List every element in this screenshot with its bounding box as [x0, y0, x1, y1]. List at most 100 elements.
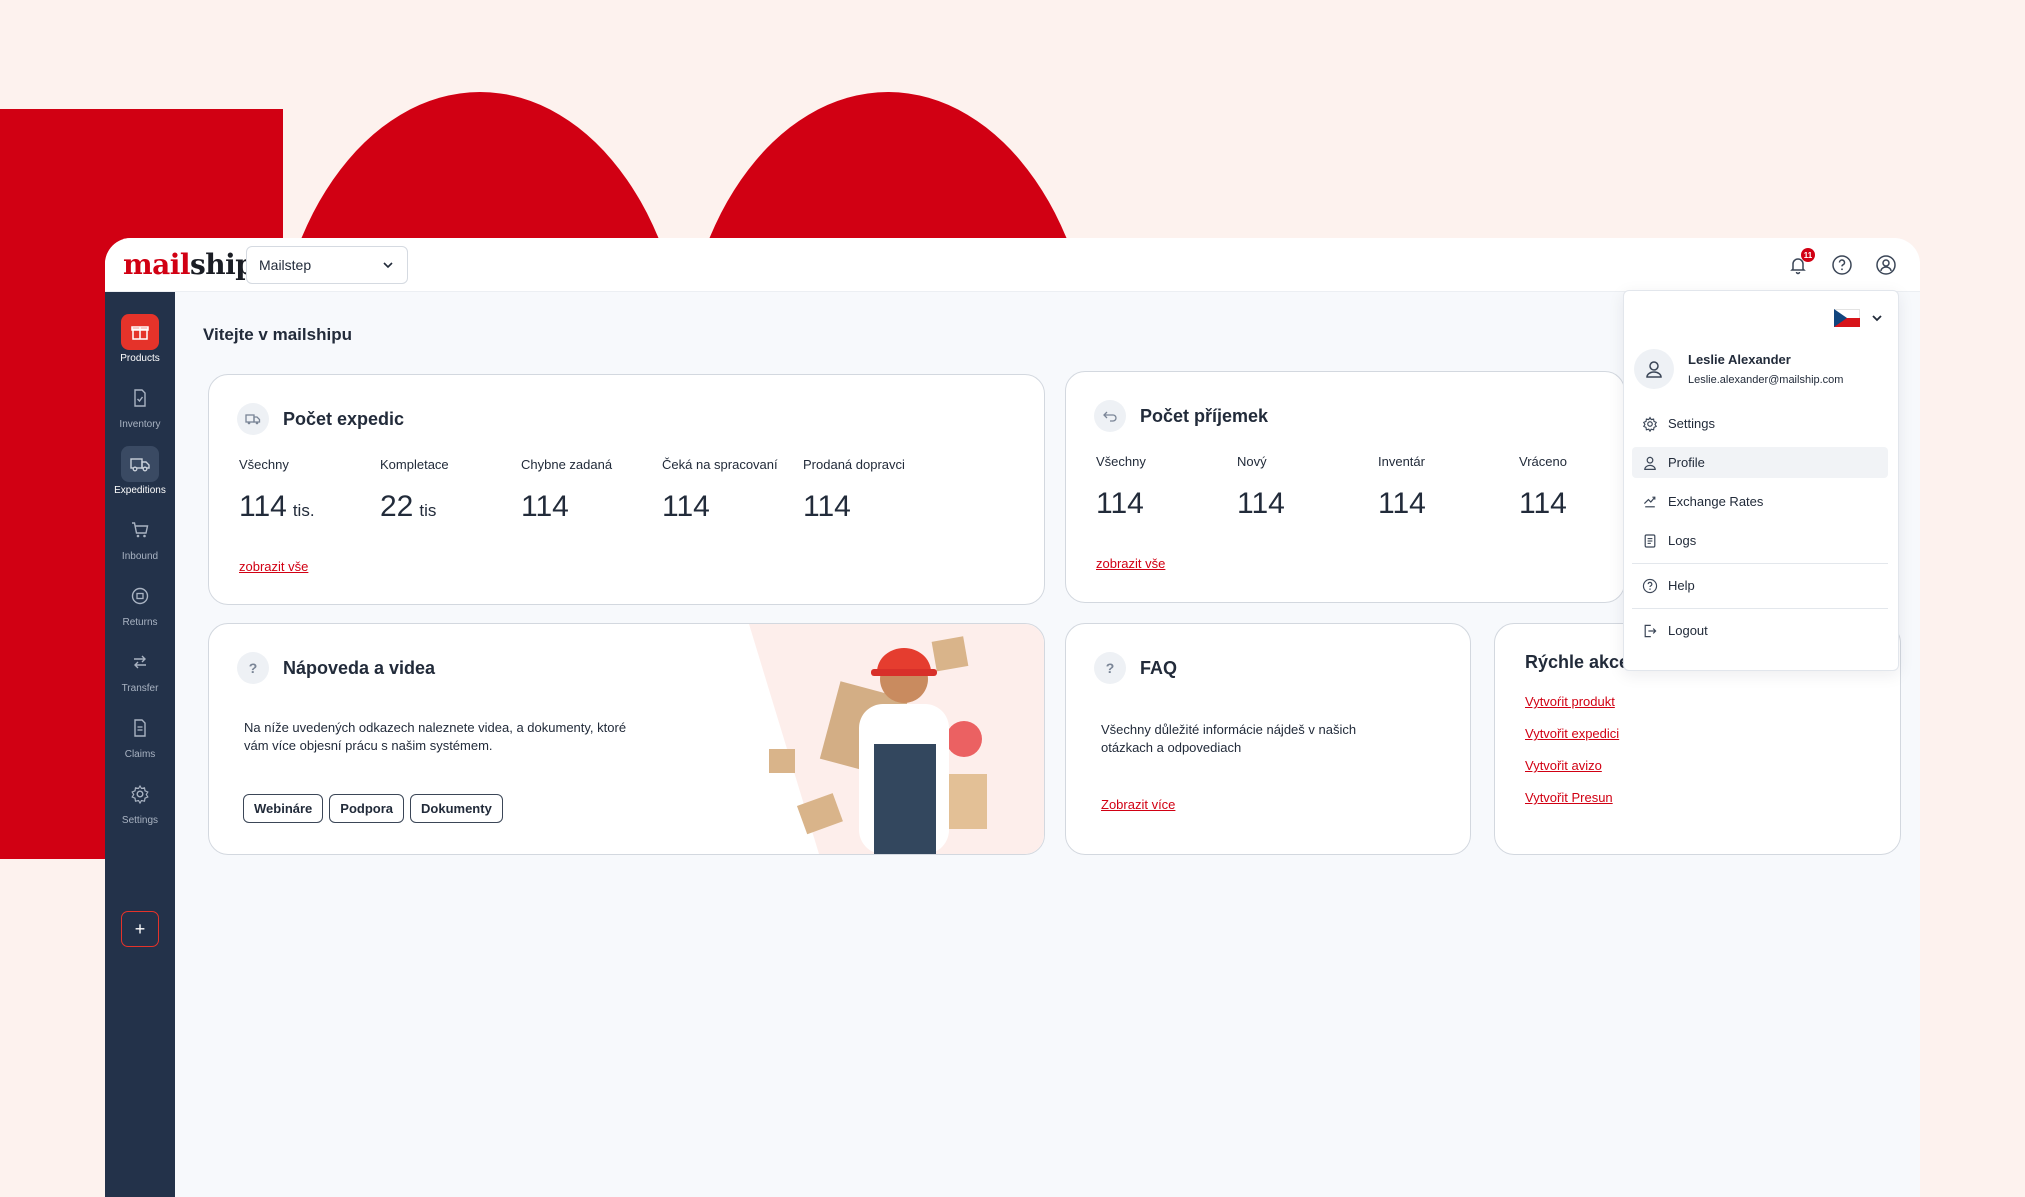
prijemky-title: Počet příjemek: [1140, 405, 1269, 426]
menu-item-settings[interactable]: Settings: [1632, 408, 1888, 439]
help-videos-text: Na níže uvedených odkazech naleznete vid…: [244, 720, 627, 753]
faq-show-more-link[interactable]: Zobrazit více: [1101, 797, 1175, 812]
mailship-logo[interactable]: mailship: [123, 248, 255, 281]
sidebar-item-inventory[interactable]: Inventory: [105, 380, 175, 430]
truck-icon: [130, 458, 150, 472]
stat-label: Kompletace: [380, 457, 449, 472]
sidebar: Products Inventory Expeditions Inbound R…: [105, 292, 175, 1197]
organization-select-value: Mailstep: [259, 257, 312, 273]
stat-label: Čeká na spracovaní: [662, 457, 778, 472]
page-title: Vitejte v mailshipu: [203, 325, 352, 344]
user-avatar-icon: [1634, 349, 1674, 389]
stat-value: 114: [803, 490, 851, 523]
sidebar-item-inbound[interactable]: Inbound: [105, 512, 175, 562]
stat-value: 114: [1096, 487, 1144, 520]
podpora-button[interactable]: Podpora: [329, 794, 405, 823]
stat-all[interactable]: Všechny 114 tis.: [239, 457, 380, 524]
chevron-down-icon: [1872, 315, 1882, 322]
stat-vraceno[interactable]: Vráceno 114: [1519, 454, 1624, 521]
sidebar-item-transfer[interactable]: Transfer: [105, 644, 175, 694]
stat-value: 114: [521, 490, 569, 523]
stat-all[interactable]: Všechny 114: [1096, 454, 1237, 521]
language-select[interactable]: [1834, 309, 1884, 327]
stat-chybne[interactable]: Chybne zadaná 114: [521, 457, 662, 524]
help-button[interactable]: [1828, 251, 1856, 279]
help-circle-icon: [1832, 255, 1852, 275]
sidebar-item-products[interactable]: Products: [105, 314, 175, 364]
menu-item-logs[interactable]: Logs: [1632, 525, 1888, 556]
user-menu-button[interactable]: [1872, 251, 1900, 279]
sidebar-item-label: Products: [120, 353, 160, 364]
menu-item-help[interactable]: Help: [1632, 570, 1888, 601]
sidebar-item-claims[interactable]: Claims: [105, 710, 175, 760]
stat-novy[interactable]: Nový 114: [1237, 454, 1378, 521]
top-bar: mailship Mailstep 11: [105, 238, 1920, 292]
user-circle-icon: [1876, 255, 1896, 275]
sidebar-item-settings[interactable]: Settings: [105, 776, 175, 826]
expedice-card: Počet expedic Všechny 114 tis. Kompletace 2…: [208, 374, 1045, 605]
notifications-button[interactable]: 11: [1784, 248, 1815, 279]
chevron-down-icon: [383, 262, 393, 269]
quick-actions-title: Rýchle akce: [1525, 652, 1630, 672]
sidebar-item-expeditions[interactable]: Expeditions: [105, 446, 175, 496]
stat-value: 114: [1237, 487, 1285, 520]
logout-icon: [1644, 624, 1657, 637]
organization-select[interactable]: Mailstep: [246, 246, 408, 284]
stat-unit: tis.: [292, 501, 315, 520]
prijemky-show-all-link[interactable]: zobrazit vše: [1096, 556, 1165, 571]
app-window: mailship Mailstep 11 Products Inventory: [105, 238, 1920, 1197]
logo-part: mail: [123, 248, 191, 281]
prijemky-card: Počet příjemek Všechny 114 Nový 114 Invent…: [1065, 371, 1625, 603]
stat-value: 114: [1519, 487, 1567, 520]
czech-flag-icon: [1834, 309, 1860, 327]
stat-value: 22: [380, 490, 414, 523]
truck-icon: [237, 403, 269, 435]
sidebar-item-label: Inventory: [119, 419, 161, 430]
document-icon: [134, 719, 146, 737]
user-info: Leslie Alexander Leslie.alexander@mailsh…: [1634, 349, 1843, 389]
user-name: Leslie Alexander: [1688, 352, 1791, 367]
stat-label: Prodaná dopravci: [803, 457, 905, 472]
stat-label: Nový: [1237, 454, 1267, 469]
stat-label: Chybne zadaná: [521, 457, 613, 472]
user-email: Leslie.alexander@mailship.com: [1688, 374, 1844, 386]
gear-icon: [1642, 416, 1658, 432]
stat-ceka[interactable]: Čeká na spracovaní 114: [662, 457, 803, 524]
menu-item-label: Exchange Rates: [1668, 494, 1764, 509]
create-expedition-link[interactable]: Vytvořit expedici: [1525, 726, 1619, 741]
menu-item-label: Logs: [1668, 533, 1697, 548]
question-icon: ?: [1094, 652, 1126, 684]
faq-title: FAQ: [1140, 657, 1178, 678]
add-button[interactable]: +: [121, 911, 159, 947]
dokumenty-button[interactable]: Dokumenty: [410, 794, 503, 823]
user-icon: [1644, 456, 1656, 470]
sidebar-item-returns[interactable]: Returns: [105, 578, 175, 628]
logo-part: ship: [190, 248, 255, 281]
user-dropdown-menu: Leslie Alexander Leslie.alexander@mailsh…: [1623, 290, 1899, 671]
expedice-show-all-link[interactable]: zobrazit vše: [239, 559, 308, 574]
menu-item-logout[interactable]: Logout: [1632, 615, 1888, 646]
faq-card: ? FAQ Všechny důležité informácie nájdeš…: [1065, 623, 1471, 855]
create-product-link[interactable]: Vytvoŕit produkt: [1525, 694, 1619, 709]
stat-value: 114: [1378, 487, 1426, 520]
stat-kompletace[interactable]: Kompletace 22 tis: [380, 457, 521, 524]
stat-prodana[interactable]: Prodaná dopravci 114: [803, 457, 944, 524]
create-avizo-link[interactable]: Vytvořit avizo: [1525, 758, 1619, 773]
create-presun-link[interactable]: Vytvořit Presun: [1525, 790, 1619, 805]
menu-item-profile[interactable]: Profile: [1632, 447, 1888, 478]
menu-item-label: Help: [1668, 578, 1695, 593]
stat-unit: tis: [419, 501, 437, 520]
question-icon: ?: [237, 652, 269, 684]
return-arrow-icon: [1094, 400, 1126, 432]
menu-item-label: Logout: [1668, 623, 1708, 638]
sidebar-item-label: Expeditions: [114, 485, 166, 496]
sidebar-item-label: Returns: [122, 617, 158, 628]
menu-divider: [1632, 608, 1888, 609]
stat-inventar[interactable]: Inventár 114: [1378, 454, 1519, 521]
document-check-icon: [134, 389, 146, 407]
menu-item-exchange-rates[interactable]: Exchange Rates: [1632, 486, 1888, 517]
logs-icon: [1644, 533, 1656, 548]
stat-value: 114: [239, 490, 287, 523]
stat-label: Vráceno: [1519, 454, 1567, 469]
webinare-button[interactable]: Webináre: [243, 794, 324, 823]
